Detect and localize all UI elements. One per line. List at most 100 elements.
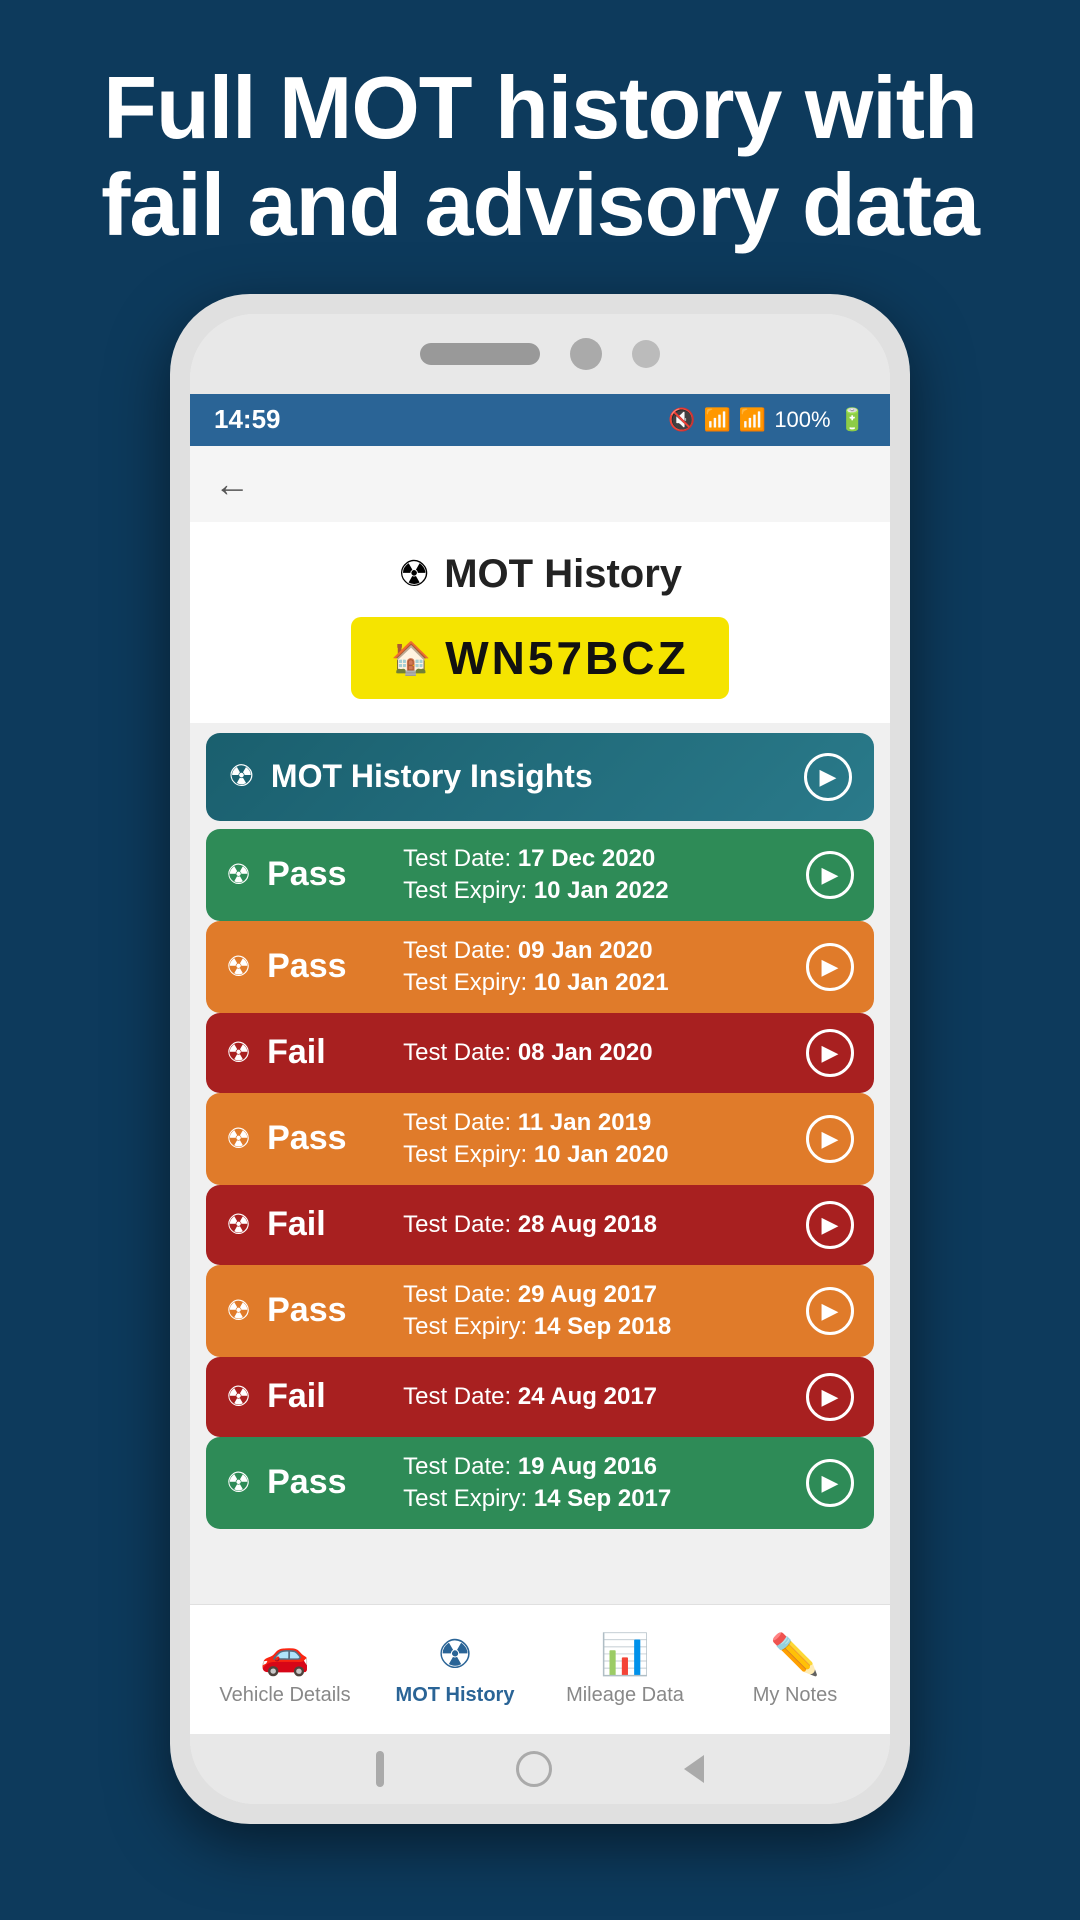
- mot-status-5: Pass: [267, 1291, 387, 1330]
- mot-row-icon-2: ☢: [226, 1036, 251, 1069]
- speaker: [420, 343, 540, 365]
- mot-row-left-5: ☢ Pass Test Date: 29 Aug 2017 Test Expir…: [226, 1281, 671, 1341]
- nav-item-mileage[interactable]: 📊 Mileage Data: [540, 1631, 710, 1707]
- mot-test-date-2: Test Date: 08 Jan 2020: [403, 1039, 653, 1067]
- battery-icon: 🔋: [839, 407, 866, 433]
- insights-icon: ☢: [228, 759, 255, 794]
- mot-status-6: Fail: [267, 1377, 387, 1416]
- mot-row-left-0: ☢ Pass Test Date: 17 Dec 2020 Test Expir…: [226, 845, 669, 905]
- mot-row-icon-0: ☢: [226, 858, 251, 891]
- mot-dates-6: Test Date: 24 Aug 2017: [403, 1383, 657, 1411]
- page-header: ☢ MOT History 🏠 WN57BCZ: [190, 522, 890, 723]
- home-circle-icon: [516, 1751, 552, 1787]
- insights-title: MOT History Insights: [271, 758, 593, 795]
- mot-row-left-3: ☢ Pass Test Date: 11 Jan 2019 Test Expir…: [226, 1109, 669, 1169]
- mot-row-icon-7: ☢: [226, 1466, 251, 1499]
- mot-expiry-date-1: Test Expiry: 10 Jan 2021: [403, 969, 668, 997]
- mot-row-3[interactable]: ☢ Pass Test Date: 11 Jan 2019 Test Expir…: [206, 1093, 874, 1185]
- mot-row-left-7: ☢ Pass Test Date: 19 Aug 2016 Test Expir…: [226, 1453, 671, 1513]
- mot-status-1: Pass: [267, 947, 387, 986]
- mot-expiry-date-7: Test Expiry: 14 Sep 2017: [403, 1485, 671, 1513]
- mot-dates-0: Test Date: 17 Dec 2020 Test Expiry: 10 J…: [403, 845, 668, 905]
- page-title: MOT History: [444, 552, 682, 597]
- mot-list: ☢ MOT History Insights ▶ ☢ Pass Test Dat…: [190, 723, 890, 1604]
- back-button[interactable]: ←: [214, 463, 250, 505]
- mot-row-left-6: ☢ Fail Test Date: 24 Aug 2017: [226, 1377, 657, 1416]
- plate-number: WN57BCZ: [445, 631, 688, 685]
- nav-item-mot-history[interactable]: ☢ MOT History: [370, 1632, 540, 1707]
- mot-test-date-0: Test Date: 17 Dec 2020: [403, 845, 668, 873]
- nav-label-mot-history: MOT History: [396, 1684, 515, 1707]
- mot-row-7[interactable]: ☢ Pass Test Date: 19 Aug 2016 Test Expir…: [206, 1437, 874, 1529]
- mot-dates-7: Test Date: 19 Aug 2016 Test Expiry: 14 S…: [403, 1453, 671, 1513]
- mot-expiry-date-5: Test Expiry: 14 Sep 2018: [403, 1313, 671, 1341]
- mot-row-6[interactable]: ☢ Fail Test Date: 24 Aug 2017 ▶: [206, 1357, 874, 1437]
- mot-row-0[interactable]: ☢ Pass Test Date: 17 Dec 2020 Test Expir…: [206, 829, 874, 921]
- pencil-icon: ✏️: [770, 1631, 820, 1678]
- mot-row-icon-4: ☢: [226, 1208, 251, 1241]
- mot-row-icon-1: ☢: [226, 950, 251, 983]
- mot-status-2: Fail: [267, 1033, 387, 1072]
- bottom-navigation: 🚗 Vehicle Details ☢ MOT History 📊 Mileag…: [190, 1604, 890, 1734]
- mot-dates-2: Test Date: 08 Jan 2020: [403, 1039, 653, 1067]
- mot-status-7: Pass: [267, 1463, 387, 1502]
- mot-row-play-7[interactable]: ▶: [806, 1459, 854, 1507]
- page-title-row: ☢ MOT History: [398, 552, 682, 597]
- phone-screen: 14:59 🔇 📶 📶 100% 🔋 ← ☢ MOT History 🏠 WN5…: [190, 314, 890, 1804]
- mot-row-left-2: ☢ Fail Test Date: 08 Jan 2020: [226, 1033, 653, 1072]
- status-time: 14:59: [214, 404, 281, 435]
- mot-row-play-1[interactable]: ▶: [806, 943, 854, 991]
- back-navigation: ←: [190, 446, 890, 522]
- nav-label-vehicle-details: Vehicle Details: [219, 1684, 350, 1707]
- mot-records-container: ☢ Pass Test Date: 17 Dec 2020 Test Expir…: [206, 829, 874, 1529]
- phone-frame: 14:59 🔇 📶 📶 100% 🔋 ← ☢ MOT History 🏠 WN5…: [170, 294, 910, 1824]
- signal-icon: 📶: [739, 407, 766, 433]
- nav-item-vehicle-details[interactable]: 🚗 Vehicle Details: [200, 1631, 370, 1707]
- status-bar: 14:59 🔇 📶 📶 100% 🔋: [190, 394, 890, 446]
- nav-item-notes[interactable]: ✏️ My Notes: [710, 1631, 880, 1707]
- mot-row-icon-6: ☢: [226, 1380, 251, 1413]
- mot-status-4: Fail: [267, 1205, 387, 1244]
- status-icons: 🔇 📶 📶 100% 🔋: [668, 407, 866, 433]
- battery-label: 100%: [774, 407, 830, 433]
- phone-top-bar: [190, 314, 890, 394]
- mot-row-play-5[interactable]: ▶: [806, 1287, 854, 1335]
- mute-icon: 🔇: [668, 407, 695, 433]
- mot-expiry-date-3: Test Expiry: 10 Jan 2020: [403, 1141, 668, 1169]
- mot-row-play-0[interactable]: ▶: [806, 851, 854, 899]
- insights-card[interactable]: ☢ MOT History Insights ▶: [206, 733, 874, 821]
- mot-row-play-6[interactable]: ▶: [806, 1373, 854, 1421]
- mot-history-icon: ☢: [437, 1632, 473, 1678]
- mot-row-play-3[interactable]: ▶: [806, 1115, 854, 1163]
- mot-row-icon-3: ☢: [226, 1122, 251, 1155]
- mot-row-5[interactable]: ☢ Pass Test Date: 29 Aug 2017 Test Expir…: [206, 1265, 874, 1357]
- hero-title: Full MOT history with fail and advisory …: [60, 60, 1020, 254]
- mot-status-0: Pass: [267, 855, 387, 894]
- mot-test-date-4: Test Date: 28 Aug 2018: [403, 1211, 657, 1239]
- mot-row-2[interactable]: ☢ Fail Test Date: 08 Jan 2020 ▶: [206, 1013, 874, 1093]
- home-back-icon: [684, 1755, 704, 1783]
- nav-label-mileage: Mileage Data: [566, 1684, 684, 1707]
- mot-test-date-3: Test Date: 11 Jan 2019: [403, 1109, 668, 1137]
- home-bar-icon: [376, 1751, 384, 1787]
- mot-dates-3: Test Date: 11 Jan 2019 Test Expiry: 10 J…: [403, 1109, 668, 1169]
- mot-test-date-5: Test Date: 29 Aug 2017: [403, 1281, 671, 1309]
- mot-row-left-1: ☢ Pass Test Date: 09 Jan 2020 Test Expir…: [226, 937, 669, 997]
- nav-label-notes: My Notes: [753, 1684, 837, 1707]
- mot-row-left-4: ☢ Fail Test Date: 28 Aug 2018: [226, 1205, 657, 1244]
- mot-test-date-1: Test Date: 09 Jan 2020: [403, 937, 668, 965]
- camera-secondary: [632, 340, 660, 368]
- mot-row-4[interactable]: ☢ Fail Test Date: 28 Aug 2018 ▶: [206, 1185, 874, 1265]
- mot-dates-4: Test Date: 28 Aug 2018: [403, 1211, 657, 1239]
- camera-main: [570, 338, 602, 370]
- mot-row-play-2[interactable]: ▶: [806, 1029, 854, 1077]
- chart-icon: 📊: [600, 1631, 650, 1678]
- car-icon: 🚗: [260, 1631, 310, 1678]
- mot-expiry-date-0: Test Expiry: 10 Jan 2022: [403, 877, 668, 905]
- plate-badge: 🏠 WN57BCZ: [351, 617, 728, 699]
- mot-row-play-4[interactable]: ▶: [806, 1201, 854, 1249]
- wifi-icon: 📶: [704, 407, 731, 433]
- mot-row-1[interactable]: ☢ Pass Test Date: 09 Jan 2020 Test Expir…: [206, 921, 874, 1013]
- mot-dates-5: Test Date: 29 Aug 2017 Test Expiry: 14 S…: [403, 1281, 671, 1341]
- insights-play-button[interactable]: ▶: [804, 753, 852, 801]
